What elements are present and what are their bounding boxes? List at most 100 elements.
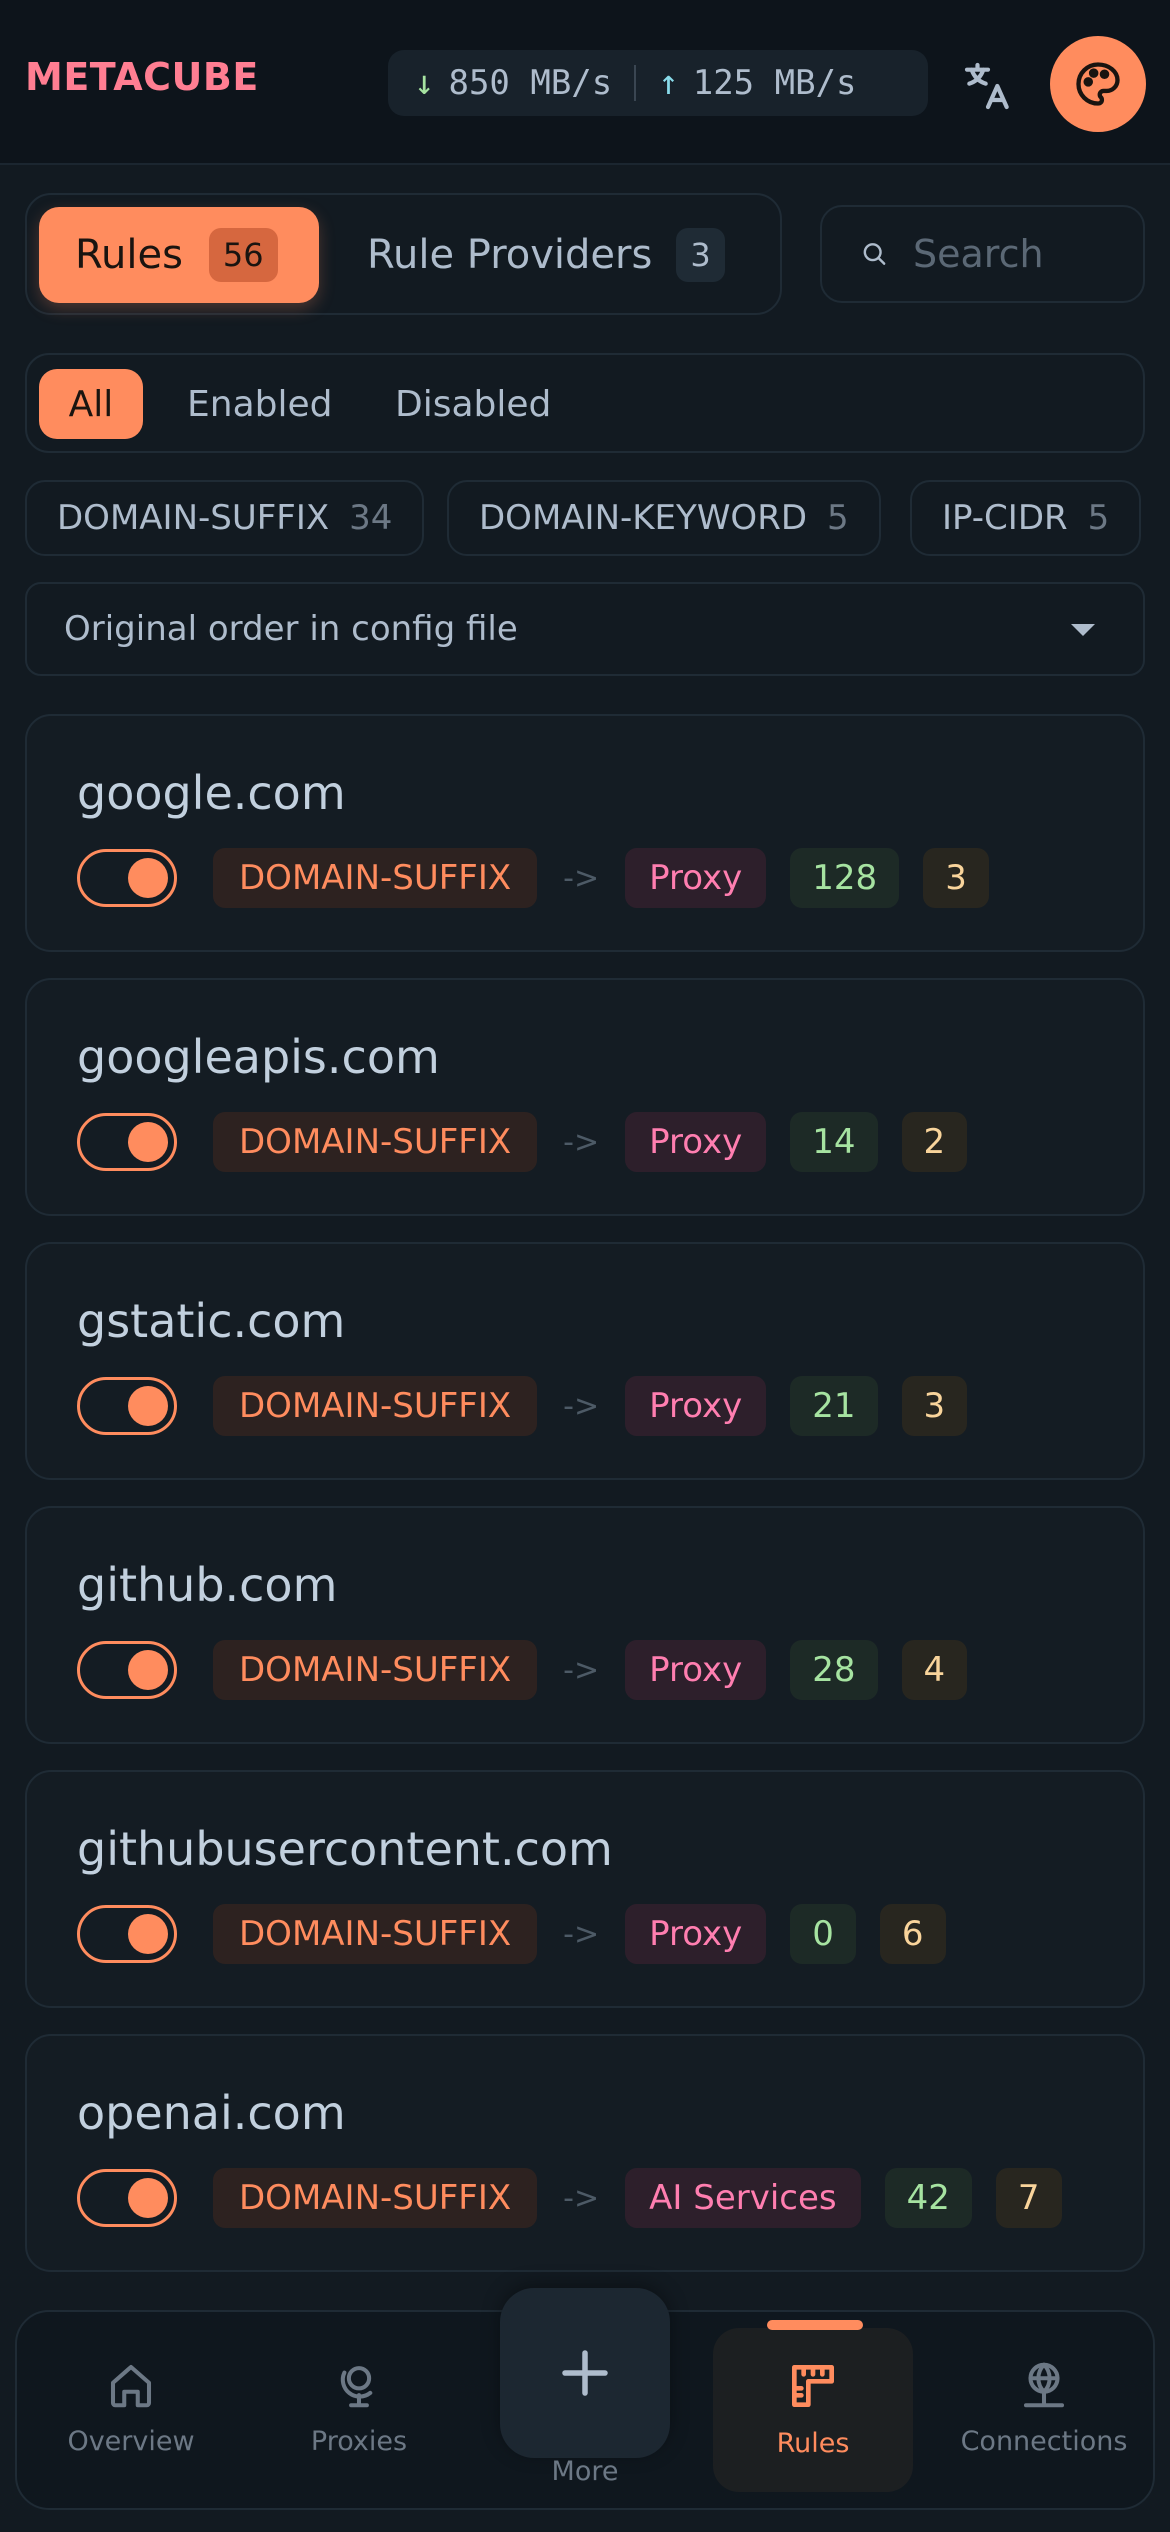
rule-hits-badge: 128 <box>790 848 900 908</box>
network-icon <box>1023 2362 1065 2408</box>
nav-proxies[interactable]: Proxies <box>259 2312 459 2512</box>
rule-enable-toggle[interactable] <box>77 1113 177 1171</box>
type-chip-count: 5 <box>1087 498 1110 538</box>
nav-overview[interactable]: Overview <box>31 2312 231 2512</box>
search-icon <box>863 243 886 265</box>
sort-select[interactable]: Original order in config file <box>25 582 1145 676</box>
rule-enable-toggle[interactable] <box>77 849 177 907</box>
rule-type-badge: DOMAIN-SUFFIX <box>213 2168 538 2228</box>
rule-payload: github.com <box>77 1558 338 1612</box>
tab-rule-providers[interactable]: Rule Providers 3 <box>367 207 725 303</box>
nav-connections[interactable]: Connections <box>944 2312 1144 2512</box>
rule-type-badge: DOMAIN-SUFFIX <box>213 848 538 908</box>
type-chip-label: DOMAIN-KEYWORD <box>479 498 807 538</box>
nav-connections-label: Connections <box>960 2426 1128 2457</box>
filter-disabled[interactable]: Disabled <box>395 369 551 439</box>
globe-stand-icon <box>340 2366 373 2408</box>
toggle-knob <box>128 1122 168 1162</box>
arrow-separator: -> <box>563 1916 600 1952</box>
rule-card: githubusercontent.com DOMAIN-SUFFIX -> P… <box>25 1770 1145 2008</box>
app-logo: METACUBE <box>25 55 259 99</box>
arrow-down-icon: ↓ <box>414 63 435 103</box>
nav-rules-label: Rules <box>776 2428 850 2459</box>
download-speed: 850 MB/s <box>448 63 613 103</box>
rule-payload: githubusercontent.com <box>77 1822 613 1876</box>
rule-target-badge: Proxy <box>625 848 767 908</box>
rule-target-badge: AI Services <box>625 2168 861 2228</box>
rules-tabs: Rules 56 Rule Providers 3 <box>25 193 782 315</box>
ruler-icon <box>792 2365 834 2407</box>
type-chip-count: 34 <box>349 498 393 538</box>
translate-icon[interactable] <box>960 58 1016 114</box>
toggle-knob <box>128 858 168 898</box>
rule-card: gstatic.com DOMAIN-SUFFIX -> Proxy 21 3 <box>25 1242 1145 1480</box>
rule-count-badge: 6 <box>879 1904 946 1964</box>
speed-divider <box>634 65 637 101</box>
arrow-up-icon: ↑ <box>658 63 679 103</box>
tab-rules[interactable]: Rules 56 <box>39 207 319 303</box>
rule-target-badge: Proxy <box>625 1640 767 1700</box>
arrow-separator: -> <box>563 2180 600 2216</box>
rule-enable-toggle[interactable] <box>77 1905 177 1963</box>
rule-hits-badge: 14 <box>790 1112 878 1172</box>
rule-enable-toggle[interactable] <box>77 2169 177 2227</box>
filter-all[interactable]: All <box>39 369 143 439</box>
rule-hits-badge: 28 <box>790 1640 878 1700</box>
home-icon <box>110 2364 152 2408</box>
search-box[interactable] <box>820 205 1145 303</box>
tab-rule-providers-count: 3 <box>676 228 725 282</box>
rule-type-badge: DOMAIN-SUFFIX <box>213 1112 538 1172</box>
top-header: METACUBE ↓ 850 MB/s ↑ 125 MB/s <box>0 0 1170 165</box>
rule-type-badge: DOMAIN-SUFFIX <box>213 1376 538 1436</box>
rule-enable-toggle[interactable] <box>77 1377 177 1435</box>
toggle-knob <box>128 2178 168 2218</box>
arrow-separator: -> <box>563 1124 600 1160</box>
active-indicator <box>767 2320 863 2330</box>
rule-enable-toggle[interactable] <box>77 1641 177 1699</box>
rule-count-badge: 7 <box>995 2168 1062 2228</box>
rule-hits-badge: 0 <box>790 1904 856 1964</box>
rule-count-badge: 3 <box>923 848 989 908</box>
tab-rules-count: 56 <box>208 228 278 282</box>
nav-rules[interactable]: Rules <box>713 2320 913 2492</box>
rule-payload: gstatic.com <box>77 1294 346 1348</box>
rule-card: github.com DOMAIN-SUFFIX -> Proxy 28 4 <box>25 1506 1145 1744</box>
rule-count-badge: 4 <box>901 1640 968 1700</box>
status-filter: All Enabled Disabled <box>25 353 1145 453</box>
arrow-separator: -> <box>563 860 600 896</box>
type-chip-domain-keyword[interactable]: DOMAIN-KEYWORD 5 <box>447 480 881 556</box>
theme-palette-button[interactable] <box>1050 36 1146 132</box>
rule-target-badge: Proxy <box>625 1904 767 1964</box>
nav-proxies-label: Proxies <box>310 2426 408 2457</box>
search-input[interactable] <box>913 232 1143 276</box>
upload-speed: 125 MB/s <box>692 63 857 103</box>
more-button[interactable] <box>500 2288 670 2458</box>
rule-hits-badge: 42 <box>884 2168 972 2228</box>
rule-count-badge: 3 <box>901 1376 968 1436</box>
rule-card: openai.com DOMAIN-SUFFIX -> AI Services … <box>25 2034 1145 2272</box>
type-chip-label: IP-CIDR <box>942 498 1068 538</box>
rule-target-badge: Proxy <box>625 1376 767 1436</box>
type-chip-count: 5 <box>827 498 849 538</box>
nav-overview-label: Overview <box>67 2426 195 2457</box>
toggle-knob <box>128 1386 168 1426</box>
rule-target-badge: Proxy <box>625 1112 767 1172</box>
tab-rule-providers-label: Rule Providers <box>367 232 653 278</box>
tab-rules-label: Rules <box>75 232 183 278</box>
rule-type-badge: DOMAIN-SUFFIX <box>213 1640 538 1700</box>
toggle-knob <box>128 1650 168 1690</box>
filter-enabled[interactable]: Enabled <box>187 369 332 439</box>
arrow-separator: -> <box>563 1652 600 1688</box>
chevron-down-icon <box>1071 624 1095 636</box>
rule-hits-badge: 21 <box>790 1376 878 1436</box>
palette-icon <box>1076 62 1120 106</box>
type-chip-ip-cidr[interactable]: IP-CIDR 5 <box>910 480 1142 556</box>
arrow-separator: -> <box>563 1388 600 1424</box>
toggle-knob <box>128 1914 168 1954</box>
rule-type-badge: DOMAIN-SUFFIX <box>213 1904 538 1964</box>
plus-icon <box>562 2350 608 2396</box>
rule-payload: google.com <box>77 766 346 820</box>
type-chip-domain-suffix[interactable]: DOMAIN-SUFFIX 34 <box>25 480 425 556</box>
type-chip-label: DOMAIN-SUFFIX <box>57 498 330 538</box>
sort-selected-value: Original order in config file <box>64 609 518 649</box>
